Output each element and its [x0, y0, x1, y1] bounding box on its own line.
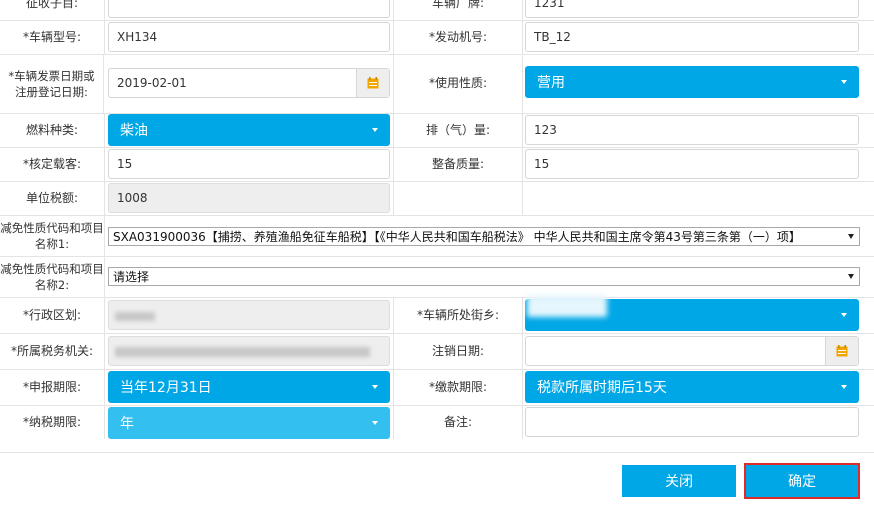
- fuel-type-value: 柴油: [120, 123, 148, 139]
- tax-subitem-input[interactable]: [108, 0, 390, 18]
- exemption-code-2-value: 请选择: [113, 270, 150, 284]
- form-row: *车辆发票日期或注册登记日期: 2019-02-01 *使用性质: 营用: [0, 54, 874, 114]
- field-label-tax-subitem: 征收子目:: [0, 0, 105, 20]
- field-label-filing-deadline: *申报期限:: [0, 369, 105, 405]
- form-row: 减免性质代码和项目名称1: SXA031900036【捕捞、养殖渔船免征车船税】…: [0, 215, 874, 257]
- confirm-button[interactable]: 确定: [744, 463, 860, 499]
- invoice-date-input[interactable]: 2019-02-01: [108, 68, 390, 98]
- chevron-down-icon: [841, 385, 847, 389]
- field-label-unit-tax: 单位税额:: [0, 181, 105, 215]
- form-row: *所属税务机关: 注销日期:: [0, 333, 874, 370]
- filing-deadline-select[interactable]: 当年12月31日: [108, 371, 390, 403]
- cancel-date-input[interactable]: [525, 336, 859, 366]
- usage-nature-value: 营用: [537, 75, 565, 91]
- field-label-tax-authority: *所属税务机关:: [0, 333, 105, 369]
- chevron-down-icon: [372, 385, 378, 389]
- calendar-icon: [367, 77, 379, 89]
- usage-nature-select[interactable]: 营用: [525, 66, 859, 98]
- field-label-exemption-code-2: 减免性质代码和项目名称2:: [0, 256, 105, 297]
- passenger-capacity-input[interactable]: 15: [108, 149, 390, 179]
- chevron-down-icon: [848, 274, 854, 279]
- payment-deadline-select[interactable]: 税款所属时期后15天: [525, 371, 859, 403]
- exemption-code-1-select[interactable]: SXA031900036【捕捞、养殖渔船免征车船税】【《中华人民共和国车船税法》…: [108, 227, 860, 246]
- field-label-displacement: 排（气）量:: [393, 113, 523, 147]
- field-label-vehicle-model: *车辆型号:: [0, 20, 105, 54]
- payment-deadline-value: 税款所属时期后15天: [537, 380, 667, 396]
- field-label-cancel-date: 注销日期:: [393, 333, 523, 369]
- form-row: *申报期限: 当年12月31日 *缴款期限: 税款所属时期后15天: [0, 369, 874, 406]
- field-label-curb-weight: 整备质量:: [393, 147, 523, 181]
- invoice-date-calendar-button[interactable]: [356, 69, 389, 97]
- tax-authority-input: [108, 336, 390, 366]
- chevron-down-icon: [372, 421, 378, 425]
- form-row: 减免性质代码和项目名称2: 请选择: [0, 256, 874, 298]
- field-label-vehicle-brand: 车辆厂牌:: [393, 0, 523, 20]
- redacted-text: [115, 312, 155, 321]
- field-label-admin-division: *行政区划:: [0, 297, 105, 333]
- form-row: 单位税额: 1008: [0, 181, 874, 216]
- exemption-code-2-select[interactable]: 请选择: [108, 267, 860, 286]
- field-label-remarks: 备注:: [393, 405, 523, 439]
- form-row: *纳税期限: 年 备注:: [0, 405, 874, 439]
- vehicle-model-input[interactable]: XH134: [108, 22, 390, 52]
- close-button[interactable]: 关闭: [622, 465, 736, 497]
- field-label-exemption-code-1: 减免性质代码和项目名称1:: [0, 215, 105, 256]
- filing-deadline-value: 当年12月31日: [120, 380, 212, 396]
- field-label-tax-period: *纳税期限:: [0, 405, 105, 439]
- form-row: 燃料种类: 柴油 排（气）量: 123: [0, 113, 874, 148]
- field-label-payment-deadline: *缴款期限:: [393, 369, 523, 405]
- field-label-invoice-date: *车辆发票日期或注册登记日期:: [0, 54, 104, 113]
- vehicle-brand-input[interactable]: 1231: [525, 0, 859, 18]
- fuel-type-select[interactable]: 柴油: [108, 114, 390, 146]
- unit-tax-input: 1008: [108, 183, 390, 213]
- field-label-engine-number: *发动机号:: [393, 20, 523, 54]
- form-row: *行政区划: *车辆所处街乡:: [0, 295, 874, 334]
- engine-number-input[interactable]: TB_12: [525, 22, 859, 52]
- redacted-text: [527, 295, 607, 317]
- footer-divider: [0, 452, 874, 453]
- cancel-date-calendar-button[interactable]: [825, 337, 858, 365]
- displacement-input[interactable]: 123: [525, 115, 859, 145]
- admin-division-input: [108, 300, 390, 330]
- curb-weight-input[interactable]: 15: [525, 149, 859, 179]
- exemption-code-1-value: SXA031900036【捕捞、养殖渔船免征车船税】【《中华人民共和国车船税法》…: [113, 230, 801, 244]
- chevron-down-icon: [841, 80, 847, 84]
- tax-period-value: 年: [120, 416, 134, 432]
- vehicle-street-select[interactable]: [525, 295, 859, 331]
- redacted-text: [115, 347, 370, 357]
- empty-cell: [393, 181, 523, 215]
- tax-period-select[interactable]: 年: [108, 407, 390, 439]
- field-label-vehicle-street: *车辆所处街乡:: [393, 297, 523, 333]
- field-label-usage-nature: *使用性质:: [393, 54, 523, 113]
- chevron-down-icon: [841, 313, 847, 317]
- field-label-fuel-type: 燃料种类:: [0, 113, 105, 147]
- form-row: *车辆型号: XH134 *发动机号: TB_12: [0, 20, 874, 55]
- chevron-down-icon: [848, 234, 854, 239]
- calendar-icon: [836, 345, 848, 357]
- form-row: 征收子目: 车辆厂牌: 1231: [0, 0, 874, 21]
- invoice-date-value: 2019-02-01: [117, 76, 187, 90]
- form-row: *核定载客: 15 整备质量: 15: [0, 147, 874, 182]
- field-label-passenger-capacity: *核定载客:: [0, 147, 105, 181]
- chevron-down-icon: [372, 128, 378, 132]
- remarks-input[interactable]: [525, 407, 859, 437]
